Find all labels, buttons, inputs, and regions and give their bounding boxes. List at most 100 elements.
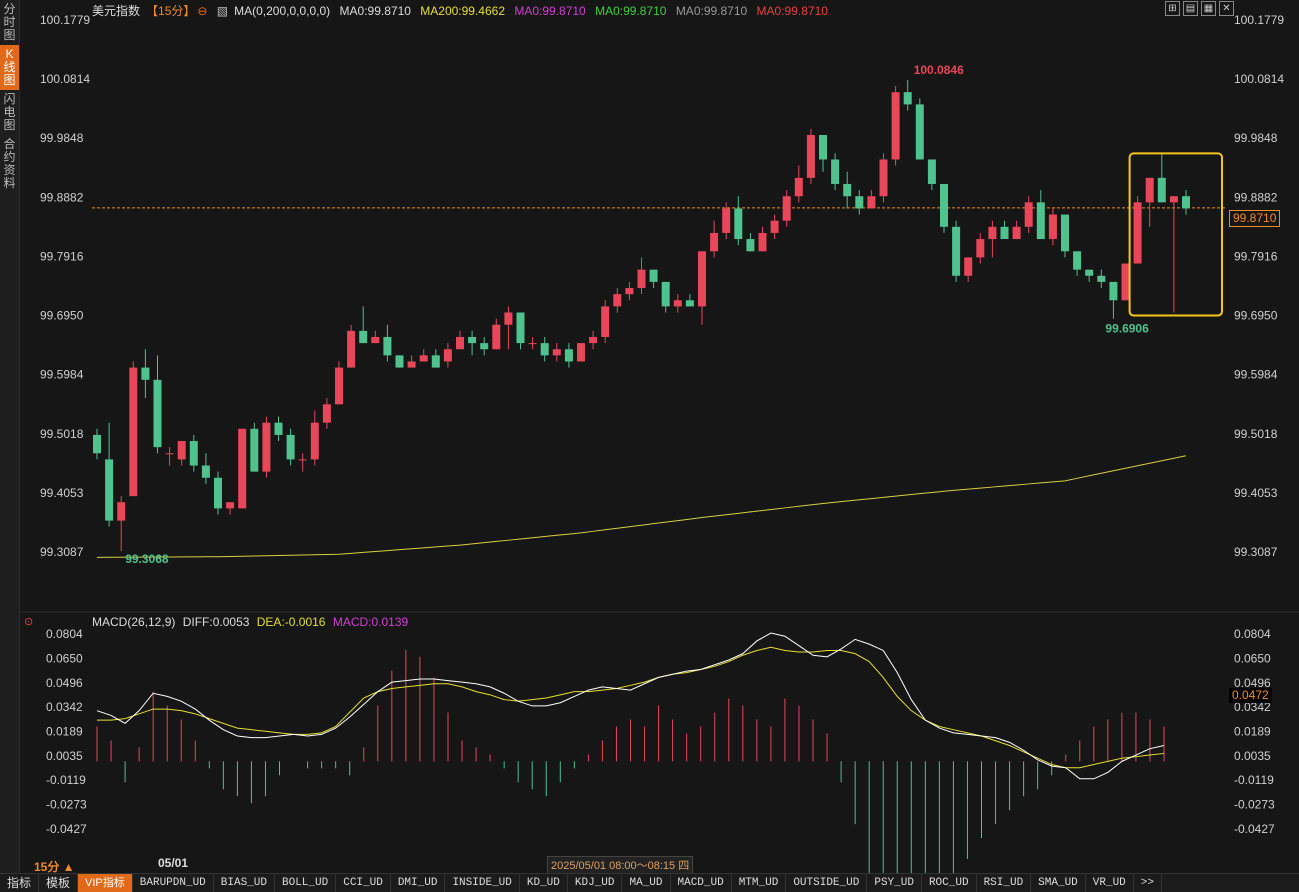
candle-body xyxy=(1061,214,1069,252)
indicator-tab-0[interactable]: 指标 xyxy=(0,874,40,892)
candle-body xyxy=(359,330,368,344)
macd-tick-left: 0.0035 xyxy=(46,749,83,763)
macd-title-bar: MACD(26,12,9) DIFF:0.0053 DEA:-0.0016 MA… xyxy=(92,615,412,631)
macd-tick-right: 0.0650 xyxy=(1234,651,1271,665)
candle-body xyxy=(952,226,961,276)
indicator-tab-12[interactable]: MACD_UD xyxy=(671,874,732,892)
indicator-tab-8[interactable]: INSIDE_UD xyxy=(445,874,520,892)
indicator-tab-10[interactable]: KDJ_UD xyxy=(568,874,623,892)
indicator-tab-3[interactable]: BARUPDN_UD xyxy=(133,874,214,892)
price-tick-right: 99.8882 xyxy=(1234,190,1278,204)
ma0-value-d: MA0:99.8710 xyxy=(675,4,748,18)
candle-body xyxy=(976,239,985,258)
price-tick-right: 99.5984 xyxy=(1234,368,1278,382)
candle-body xyxy=(93,434,101,454)
highlight-box xyxy=(1128,152,1223,317)
price-tick-left: 99.8882 xyxy=(40,190,84,204)
price-tick-left: 99.5984 xyxy=(40,368,84,382)
candle-body xyxy=(1133,202,1142,264)
price-tick-left: 99.5018 xyxy=(40,427,84,441)
macd-tick-left: 0.0342 xyxy=(46,700,83,714)
candle-body xyxy=(117,502,126,521)
indicator-tab-14[interactable]: OUTSIDE_UD xyxy=(786,874,868,892)
candle-body xyxy=(1012,226,1021,240)
candle-body xyxy=(927,159,936,184)
price-tick-right: 100.0814 xyxy=(1234,72,1284,86)
grid-icon[interactable]: ▦ xyxy=(1201,1,1216,16)
candle-body xyxy=(274,422,283,435)
window-controls: ⊞ ▤ ▦ ✕ xyxy=(1165,1,1234,16)
candle-body xyxy=(915,104,924,160)
indicator-tab-6[interactable]: CCI_UD xyxy=(336,874,391,892)
candle-body xyxy=(165,453,174,455)
price-tick-left: 99.7916 xyxy=(40,249,84,263)
macd-params[interactable]: MACD(26,12,9) xyxy=(92,615,175,629)
ma-params[interactable]: MA(0,200,0,0,0,0) xyxy=(234,4,330,18)
macd-tick-left: -0.0273 xyxy=(46,798,87,812)
indicator-tab-11[interactable]: MA_UD xyxy=(622,874,671,892)
macd-current-tag: 0.0472 xyxy=(1229,688,1272,703)
settings-icon[interactable]: ⊖ xyxy=(197,4,207,18)
indicator-tab-20[interactable]: >> xyxy=(1134,874,1162,892)
candle-body xyxy=(407,361,416,368)
macd-tick-left: -0.0119 xyxy=(46,773,86,787)
candle-body xyxy=(794,177,803,197)
crosshair-time-label: 2025/05/01 08:00～08:15 四 xyxy=(547,856,694,874)
candle-body xyxy=(141,367,150,380)
indicator-tab-2[interactable]: VIP指标 xyxy=(78,874,133,892)
candle-body xyxy=(492,324,501,350)
candle-body xyxy=(129,367,138,497)
candle-body xyxy=(625,288,634,295)
candle-body xyxy=(988,226,997,240)
candle-body xyxy=(1073,251,1082,270)
period-selector[interactable]: 【15分】 xyxy=(146,4,195,18)
price-tick-left: 99.4053 xyxy=(40,486,84,500)
price-tick-right: 99.3087 xyxy=(1234,545,1278,559)
candle-body xyxy=(371,336,380,344)
candle-body xyxy=(540,343,549,356)
indicator-icon[interactable]: ▧ xyxy=(217,4,228,18)
date-label: 05/01 xyxy=(158,856,189,870)
indicator-tab-4[interactable]: BIAS_UD xyxy=(214,874,275,892)
candle-body xyxy=(831,159,840,184)
candle-body xyxy=(298,459,307,461)
macd-tick-left: 0.0496 xyxy=(46,676,83,690)
indicator-tab-7[interactable]: DMI_UD xyxy=(391,874,446,892)
candle-body xyxy=(419,355,428,362)
indicator-tab-1[interactable]: 模板 xyxy=(39,874,79,892)
list-icon[interactable]: ▤ xyxy=(1183,1,1198,16)
candle-body xyxy=(722,208,731,233)
indicator-tab-9[interactable]: KD_UD xyxy=(520,874,568,892)
candle-body xyxy=(189,441,198,466)
indicator-tab-19[interactable]: VR_UD xyxy=(1086,874,1134,892)
candle-body xyxy=(310,422,319,460)
price-tick-left: 99.9848 xyxy=(40,131,84,145)
indicator-tab-15[interactable]: PSY_UD xyxy=(867,874,922,892)
price-tick-left: 99.6950 xyxy=(40,309,84,323)
macd-settings-icon[interactable]: ⊙ xyxy=(24,615,33,628)
macd-tick-right: 0.0804 xyxy=(1234,627,1271,641)
instrument-name: 美元指数 xyxy=(92,4,141,18)
price-tick-right: 99.4053 xyxy=(1234,486,1278,500)
ma200-line xyxy=(96,455,1187,558)
candle-body xyxy=(589,336,598,344)
indicator-tab-5[interactable]: BOLL_UD xyxy=(275,874,337,892)
indicator-tab-18[interactable]: SMA_UD xyxy=(1031,874,1086,892)
candle-body xyxy=(468,336,477,344)
kline-chart-canvas[interactable]: 100.1779 100.1779 100.0814 100.0814 99.9848 9… xyxy=(0,0,1299,873)
indicator-tab-16[interactable]: ROC_UD xyxy=(922,874,977,892)
macd-tick-right: -0.0427 xyxy=(1234,822,1275,836)
candle-body xyxy=(782,196,791,221)
indicator-tab-17[interactable]: RSI_UD xyxy=(977,874,1032,892)
candle-body xyxy=(105,459,114,521)
candle-body xyxy=(201,465,210,478)
candle-body xyxy=(1085,269,1094,276)
close-icon[interactable]: ✕ xyxy=(1219,1,1234,16)
candle-body xyxy=(710,232,719,252)
candle-body xyxy=(1109,281,1118,301)
candle-body xyxy=(601,306,610,337)
candle-body xyxy=(443,349,452,362)
layout-icon[interactable]: ⊞ xyxy=(1165,1,1180,16)
candle-body xyxy=(214,477,222,509)
indicator-tab-13[interactable]: MTM_UD xyxy=(732,874,787,892)
